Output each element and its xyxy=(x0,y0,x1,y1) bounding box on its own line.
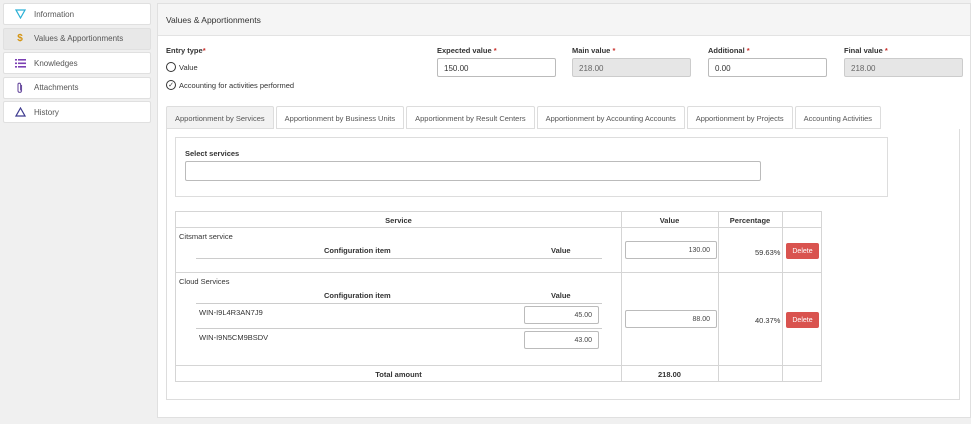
main-panel: Values & Apportionments Entry type* Valu… xyxy=(157,3,971,418)
main-value-label: Main value * xyxy=(572,46,616,55)
sidebar-item-information[interactable]: Information xyxy=(3,3,151,25)
expected-value-label: Expected value * xyxy=(437,46,497,55)
total-value: 218.00 xyxy=(658,370,681,379)
sidebar-item-values[interactable]: $ Values & Apportionments xyxy=(3,27,151,50)
config-item-value-input[interactable]: 43.00 xyxy=(524,331,599,349)
tab-projects[interactable]: Apportionment by Projects xyxy=(686,106,793,129)
config-item-name: WIN-I9N5CM9BSDV xyxy=(199,333,269,342)
service-value-input[interactable]: 88.00 xyxy=(625,310,717,328)
service-percentage: 59.63% xyxy=(755,248,781,257)
dollar-icon: $ xyxy=(17,33,23,44)
radio-value[interactable]: Value xyxy=(166,62,198,72)
select-services-panel: Select services xyxy=(175,137,888,197)
service-percentage: 40.37% xyxy=(755,316,781,325)
total-label: Total amount xyxy=(375,370,422,379)
tab-accounting-accounts[interactable]: Apportionment by Accounting Accounts xyxy=(536,106,685,129)
config-value-header: Value xyxy=(551,246,571,255)
additional-field[interactable]: 0.00 xyxy=(708,58,827,77)
entry-type-label: Entry type* xyxy=(166,46,206,55)
list-icon xyxy=(14,57,26,69)
final-value-label: Final value * xyxy=(844,46,888,55)
config-value-header: Value xyxy=(551,291,571,300)
services-table: Service Value Percentage Citsmart servic… xyxy=(175,211,822,382)
paperclip-icon xyxy=(14,82,26,94)
sidebar: Information $ Values & Apportionments Kn… xyxy=(3,3,151,126)
radio-accounting[interactable]: ✓ Accounting for activities performed xyxy=(166,80,294,90)
sidebar-item-label: Knowledges xyxy=(34,58,78,68)
radio-checked-icon: ✓ xyxy=(166,80,176,90)
sidebar-item-label: Attachments xyxy=(34,83,79,92)
sidebar-item-attachments[interactable]: Attachments xyxy=(3,76,151,99)
tab-accounting-activities[interactable]: Accounting Activities xyxy=(794,106,882,129)
select-services-label: Select services xyxy=(185,149,240,158)
sidebar-item-label: Values & Apportionments xyxy=(34,34,124,43)
header-value: Value xyxy=(659,216,680,225)
config-item-value-input[interactable]: 45.00 xyxy=(524,306,599,324)
triangle-icon xyxy=(14,106,26,118)
apportionment-tabs: Apportionment by Services Apportionment … xyxy=(166,106,883,129)
service-name: Citsmart service xyxy=(179,232,233,241)
page-title: Values & Apportionments xyxy=(158,4,970,36)
delete-button[interactable]: Delete xyxy=(786,243,819,259)
sidebar-item-label: History xyxy=(34,107,59,117)
tab-content: Select services Service Value Percentage… xyxy=(166,129,960,400)
radio-unchecked-icon xyxy=(166,62,176,72)
tab-result-centers[interactable]: Apportionment by Result Centers xyxy=(406,106,535,129)
config-item-header: Configuration item xyxy=(324,246,391,255)
final-value-field: 218.00 xyxy=(844,58,963,77)
service-name: Cloud Services xyxy=(179,277,230,286)
sidebar-item-label: Information xyxy=(34,9,75,19)
config-item-name: WIN-I9L4R3AN7J9 xyxy=(199,308,263,317)
filter-icon xyxy=(14,8,26,20)
expected-value-field[interactable]: 150.00 xyxy=(437,58,556,77)
header-service: Service xyxy=(385,216,412,225)
sidebar-item-knowledges[interactable]: Knowledges xyxy=(3,52,151,74)
sidebar-item-history[interactable]: History xyxy=(3,101,151,123)
delete-button[interactable]: Delete xyxy=(786,312,819,328)
tab-services[interactable]: Apportionment by Services xyxy=(166,106,274,129)
header-percentage: Percentage xyxy=(729,216,771,225)
tab-business-units[interactable]: Apportionment by Business Units xyxy=(275,106,405,129)
config-item-header: Configuration item xyxy=(324,291,391,300)
service-value-input[interactable]: 130.00 xyxy=(625,241,717,259)
select-services-input[interactable] xyxy=(185,161,761,181)
main-value-field: 218.00 xyxy=(572,58,691,77)
additional-label: Additional * xyxy=(708,46,750,55)
